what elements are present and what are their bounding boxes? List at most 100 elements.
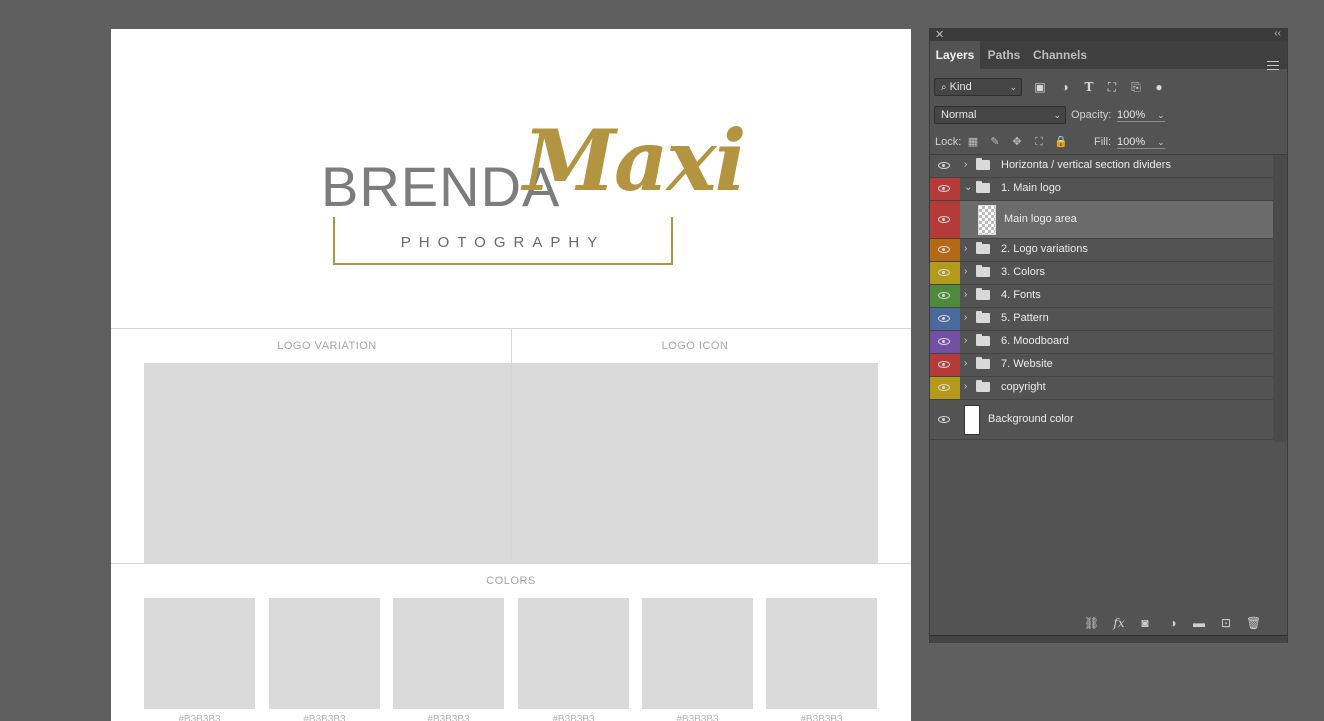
layer-row[interactable]: › 4. Fonts [930, 285, 1273, 308]
chevron-right-icon[interactable]: › [964, 159, 967, 170]
folder-icon [976, 311, 990, 323]
lock-pixels-icon[interactable]: ✎ [988, 135, 1002, 149]
logo-variation-placeholder [144, 363, 511, 563]
eye-icon [938, 338, 950, 345]
folder-icon [976, 357, 990, 369]
visibility-toggle[interactable] [930, 178, 960, 200]
visibility-toggle[interactable] [930, 377, 960, 399]
image-filter-icon[interactable]: ▣ [1033, 80, 1047, 94]
layer-name: Main logo area [1004, 212, 1077, 225]
layer-row[interactable]: ⌄ 1. Main logo [930, 178, 1273, 201]
link-layers-icon[interactable]: ⛓ [1084, 616, 1099, 630]
layer-name: 6. Moodboard [1001, 335, 1069, 347]
section-divider [111, 563, 911, 564]
color-swatch-hex: #B3B3B3 [552, 714, 595, 721]
logo-script-text: Maxi [523, 111, 746, 210]
layer-row[interactable]: › 7. Website [930, 354, 1273, 377]
layers-scrollbar[interactable] [1273, 155, 1287, 442]
lock-transparency-icon[interactable]: ▦ [966, 135, 980, 149]
color-swatch [269, 598, 380, 709]
adjustment-filter-icon[interactable]: ◑ [1058, 80, 1072, 94]
lock-artboard-icon[interactable]: ⛶ [1032, 135, 1046, 149]
lock-row: Lock: ▦ ✎ ✥ ⛶ 🔒 Fill: 100% ⌄ [930, 130, 1287, 155]
visibility-toggle[interactable] [930, 308, 960, 330]
lock-label: Lock: [935, 136, 962, 148]
color-swatch [766, 598, 877, 709]
visibility-toggle[interactable] [930, 331, 960, 353]
eye-icon [938, 361, 950, 368]
visibility-toggle[interactable] [930, 400, 960, 439]
chevron-right-icon[interactable]: › [964, 289, 967, 300]
tab-layers[interactable]: Layers [930, 41, 980, 69]
adjustment-layer-icon[interactable]: ◑ [1166, 616, 1180, 630]
eye-icon [938, 384, 950, 391]
layer-row[interactable]: Main logo area [930, 201, 1273, 239]
layer-name: Background color [988, 412, 1074, 425]
chevron-right-icon[interactable]: › [964, 312, 967, 323]
visibility-toggle[interactable] [930, 155, 960, 177]
layer-filter-row: ⌕ Kind ⌄ ▣ ◑ T ⛶ ⎘ ● [930, 73, 1287, 101]
fx-icon[interactable]: fx [1112, 616, 1126, 630]
folder-icon [976, 242, 990, 254]
fill-label: Fill: [1094, 136, 1112, 148]
panel-footer: ⛓ fx ◙ ◑ ▬ ⊡ 🗑 [930, 609, 1287, 637]
visibility-toggle[interactable] [930, 354, 960, 376]
folder-icon [976, 158, 990, 170]
panel-title-bar: ✕ ‹‹ [930, 28, 1287, 41]
layer-name: Horizonta / vertical section dividers [1001, 159, 1171, 171]
eye-icon [938, 246, 950, 253]
chevron-down-icon: ⌄ [1157, 110, 1165, 120]
chevron-down-icon[interactable]: ⌄ [964, 182, 972, 193]
logo-variation-label: LOGO VARIATION [277, 340, 377, 352]
chevron-right-icon[interactable]: › [964, 358, 967, 369]
smart-object-filter-icon[interactable]: ⎘ [1129, 80, 1143, 94]
colors-label: COLORS [486, 575, 536, 587]
layer-name: 7. Website [1001, 358, 1053, 370]
color-swatch-hex: #B3B3B3 [303, 714, 346, 721]
collapse-panel-icon[interactable]: ‹‹ [1274, 28, 1281, 39]
chevron-right-icon[interactable]: › [964, 266, 967, 277]
layer-row[interactable]: › 3. Colors [930, 262, 1273, 285]
visibility-toggle[interactable] [930, 262, 960, 284]
shape-filter-icon[interactable]: ⛶ [1105, 80, 1119, 94]
eye-icon [938, 162, 950, 169]
filter-toggle-icon[interactable]: ● [1152, 80, 1166, 94]
new-group-icon[interactable]: ▬ [1192, 616, 1206, 630]
visibility-toggle[interactable] [930, 201, 960, 238]
type-filter-icon[interactable]: T [1082, 80, 1096, 94]
layer-row[interactable]: › copyright [930, 377, 1273, 400]
blend-mode-select[interactable]: Normal ⌄ [934, 106, 1066, 124]
color-swatch-hex: #B3B3B3 [800, 714, 843, 721]
tab-channels[interactable]: Channels [1028, 41, 1092, 69]
document-canvas[interactable]: BRENDA Maxi PHOTOGRAPHY LOGO VARIATION L… [111, 29, 911, 721]
layer-row[interactable]: Background color [930, 400, 1273, 440]
panel-menu-icon[interactable] [1267, 61, 1279, 70]
layer-row[interactable]: › 5. Pattern [930, 308, 1273, 331]
panel-resize-strip[interactable] [930, 635, 1287, 643]
chevron-right-icon[interactable]: › [964, 335, 967, 346]
eye-icon [938, 185, 950, 192]
layer-name: 1. Main logo [1001, 182, 1061, 194]
color-swatch [144, 598, 255, 709]
lock-all-icon[interactable]: 🔒 [1054, 135, 1068, 149]
logo-icon-placeholder [512, 363, 878, 563]
fill-field[interactable]: 100% ⌄ [1117, 136, 1165, 149]
kind-filter-value: Kind [949, 81, 972, 93]
color-swatch [518, 598, 629, 709]
chevron-right-icon[interactable]: › [964, 243, 967, 254]
layer-row[interactable]: › Horizonta / vertical section dividers [930, 155, 1273, 178]
kind-filter-select[interactable]: ⌕ Kind ⌄ [934, 78, 1022, 96]
trash-icon[interactable]: 🗑 [1246, 616, 1261, 630]
chevron-right-icon[interactable]: › [964, 381, 967, 392]
opacity-value: 100% [1117, 109, 1146, 121]
new-layer-icon[interactable]: ⊡ [1219, 616, 1233, 630]
opacity-field[interactable]: 100% ⌄ [1117, 109, 1165, 122]
layer-mask-icon[interactable]: ◙ [1138, 616, 1152, 630]
layer-row[interactable]: › 2. Logo variations [930, 239, 1273, 262]
visibility-toggle[interactable] [930, 285, 960, 307]
visibility-toggle[interactable] [930, 239, 960, 261]
lock-position-icon[interactable]: ✥ [1010, 135, 1024, 149]
tab-paths[interactable]: Paths [981, 41, 1027, 69]
layer-row[interactable]: › 6. Moodboard [930, 331, 1273, 354]
close-icon[interactable]: ✕ [935, 28, 944, 41]
